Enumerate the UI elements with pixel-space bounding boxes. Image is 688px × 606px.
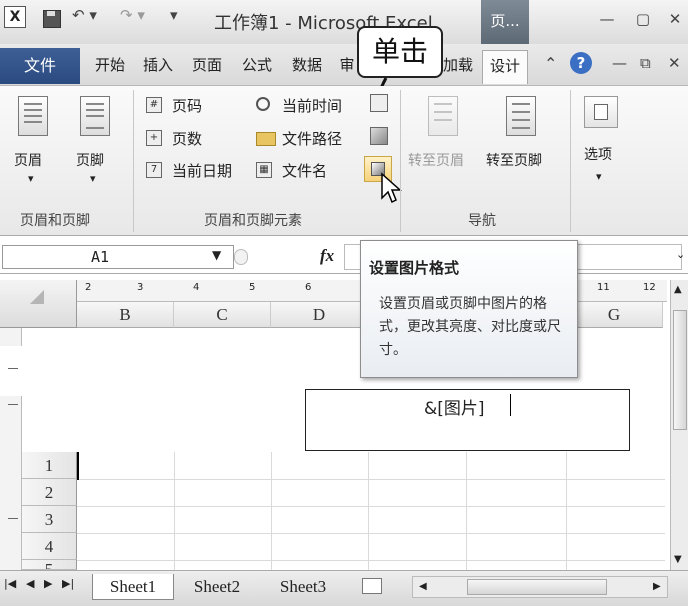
redo-icon[interactable]: ↷ ▾ bbox=[120, 6, 154, 32]
excel-icon[interactable]: X bbox=[4, 6, 26, 28]
restore-workbook-button[interactable]: ⧉ bbox=[640, 54, 651, 72]
tab-design[interactable]: 设计 bbox=[482, 50, 528, 84]
sheet-nav-next-icon[interactable]: ▶ bbox=[44, 577, 52, 590]
sheet-tab-sheet2[interactable]: Sheet2 bbox=[176, 574, 258, 600]
minimize-workbook-button[interactable]: — bbox=[612, 54, 627, 72]
vertical-ruler bbox=[0, 328, 22, 570]
calendar-icon: 7 bbox=[146, 162, 162, 178]
minimize-ribbon-icon[interactable]: ⌃ bbox=[544, 54, 557, 73]
name-box-dropdown-icon[interactable]: ▼ bbox=[212, 248, 221, 262]
sheet-name-icon[interactable] bbox=[370, 94, 388, 112]
format-picture-tooltip: 设置图片格式 设置页眉或页脚中图片的格式，更改其亮度、对比度或尺寸。 bbox=[360, 240, 578, 378]
select-all-corner[interactable] bbox=[0, 280, 77, 328]
context-tab-header-footer-tools: 页... bbox=[481, 0, 529, 44]
chevron-down-icon: ▾ bbox=[596, 170, 602, 183]
sheet-nav-first-icon[interactable]: |◀ bbox=[4, 577, 16, 590]
row-header-4[interactable]: 4 bbox=[22, 533, 77, 560]
text-cursor bbox=[510, 394, 511, 416]
vertical-scrollbar[interactable]: ▲ ▼ bbox=[670, 280, 688, 570]
group-label-navigation: 导航 bbox=[468, 213, 496, 229]
group-label-header-footer: 页眉和页脚 bbox=[20, 213, 90, 229]
minimize-window-button[interactable]: — bbox=[596, 10, 618, 30]
scroll-down-icon[interactable]: ▼ bbox=[674, 554, 682, 565]
insert-sheet-icon[interactable] bbox=[362, 578, 382, 594]
tab-page-layout[interactable]: 页面 bbox=[186, 50, 228, 84]
header-picture-code: &[图片] bbox=[424, 399, 485, 419]
goto-footer-button[interactable]: 转至页脚 bbox=[484, 92, 560, 182]
sheet-nav-prev-icon[interactable]: ◀ bbox=[26, 577, 34, 590]
tab-home[interactable]: 开始 bbox=[88, 50, 132, 84]
group-separator bbox=[570, 90, 571, 232]
goto-footer-icon bbox=[506, 96, 536, 136]
expand-formula-bar-icon[interactable]: ⌄ bbox=[676, 248, 685, 261]
row-header-3[interactable]: 3 bbox=[22, 506, 77, 533]
scroll-right-icon[interactable]: ▶ bbox=[653, 581, 661, 592]
name-box[interactable]: A1 bbox=[2, 245, 234, 269]
column-header-d[interactable]: D bbox=[271, 302, 368, 328]
cell-grid[interactable] bbox=[77, 452, 665, 570]
save-icon[interactable] bbox=[40, 6, 62, 32]
close-window-button[interactable]: ✕ bbox=[664, 10, 686, 30]
column-header-g[interactable]: G bbox=[566, 302, 663, 328]
tab-data[interactable]: 数据 bbox=[286, 50, 328, 84]
folder-icon bbox=[256, 132, 276, 146]
tooltip-body: 设置页眉或页脚中图片的格式，更改其亮度、对比度或尺寸。 bbox=[379, 296, 561, 358]
active-cell-indicator bbox=[77, 452, 79, 480]
maximize-window-button[interactable]: ▢ bbox=[632, 10, 654, 30]
scroll-left-icon[interactable]: ◀ bbox=[419, 581, 427, 592]
file-name-icon: ▦ bbox=[256, 162, 272, 178]
footer-button[interactable]: 页脚 ▾ bbox=[70, 92, 122, 192]
tab-insert[interactable]: 插入 bbox=[138, 50, 178, 84]
click-callout: 单击 bbox=[357, 26, 443, 78]
undo-icon[interactable]: ↶ ▾ bbox=[72, 6, 102, 32]
header-icon bbox=[18, 96, 48, 136]
horizontal-scrollbar-thumb[interactable] bbox=[467, 579, 607, 595]
scroll-up-icon[interactable]: ▲ bbox=[674, 284, 682, 295]
tab-formulas[interactable]: 公式 bbox=[236, 50, 278, 84]
goto-header-icon bbox=[428, 96, 458, 136]
chevron-down-icon: ▾ bbox=[90, 172, 96, 185]
group-label-header-footer-elements: 页眉和页脚元素 bbox=[204, 213, 302, 229]
mouse-cursor-icon bbox=[381, 172, 402, 204]
row-header-1[interactable]: 1 bbox=[22, 452, 77, 479]
close-workbook-button[interactable]: ✕ bbox=[668, 54, 681, 72]
header-button[interactable]: 页眉 ▾ bbox=[8, 92, 60, 192]
row-header-2[interactable]: 2 bbox=[22, 479, 77, 506]
formula-separator-handle[interactable] bbox=[234, 249, 248, 265]
goto-header-button[interactable]: 转至页眉 bbox=[406, 92, 480, 182]
clock-icon bbox=[256, 97, 270, 111]
sheet-tab-sheet3[interactable]: Sheet3 bbox=[262, 574, 344, 600]
sheet-nav-last-icon[interactable]: ▶| bbox=[62, 577, 74, 590]
picture-icon[interactable] bbox=[370, 127, 388, 145]
tab-file[interactable]: 文件 bbox=[0, 48, 80, 84]
row-header-5[interactable]: 5 bbox=[22, 560, 77, 570]
chevron-down-icon: ▾ bbox=[28, 172, 34, 185]
sheet-tab-sheet1[interactable]: Sheet1 bbox=[92, 574, 174, 600]
footer-icon bbox=[80, 96, 110, 136]
options-icon bbox=[584, 96, 618, 128]
customize-quick-access-button[interactable]: ▾ bbox=[170, 6, 190, 32]
page-count-icon: + bbox=[146, 130, 162, 146]
column-header-b[interactable]: B bbox=[77, 302, 174, 328]
horizontal-scrollbar[interactable]: ◀ ▶ bbox=[412, 576, 668, 598]
group-separator bbox=[133, 90, 134, 232]
group-separator bbox=[400, 90, 401, 232]
tab-add-ins[interactable]: 加载 bbox=[440, 50, 476, 84]
help-icon[interactable]: ? bbox=[570, 52, 592, 74]
page-number-icon: # bbox=[146, 97, 162, 113]
header-section-box[interactable]: &[图片] bbox=[305, 389, 630, 451]
column-header-c[interactable]: C bbox=[174, 302, 271, 328]
scrollbar-thumb[interactable] bbox=[673, 310, 687, 430]
options-button[interactable]: 选项 ▾ bbox=[578, 92, 626, 192]
tab-review[interactable]: 审 bbox=[336, 50, 358, 84]
tooltip-title: 设置图片格式 bbox=[369, 259, 460, 277]
insert-function-button[interactable]: fx bbox=[320, 246, 334, 266]
